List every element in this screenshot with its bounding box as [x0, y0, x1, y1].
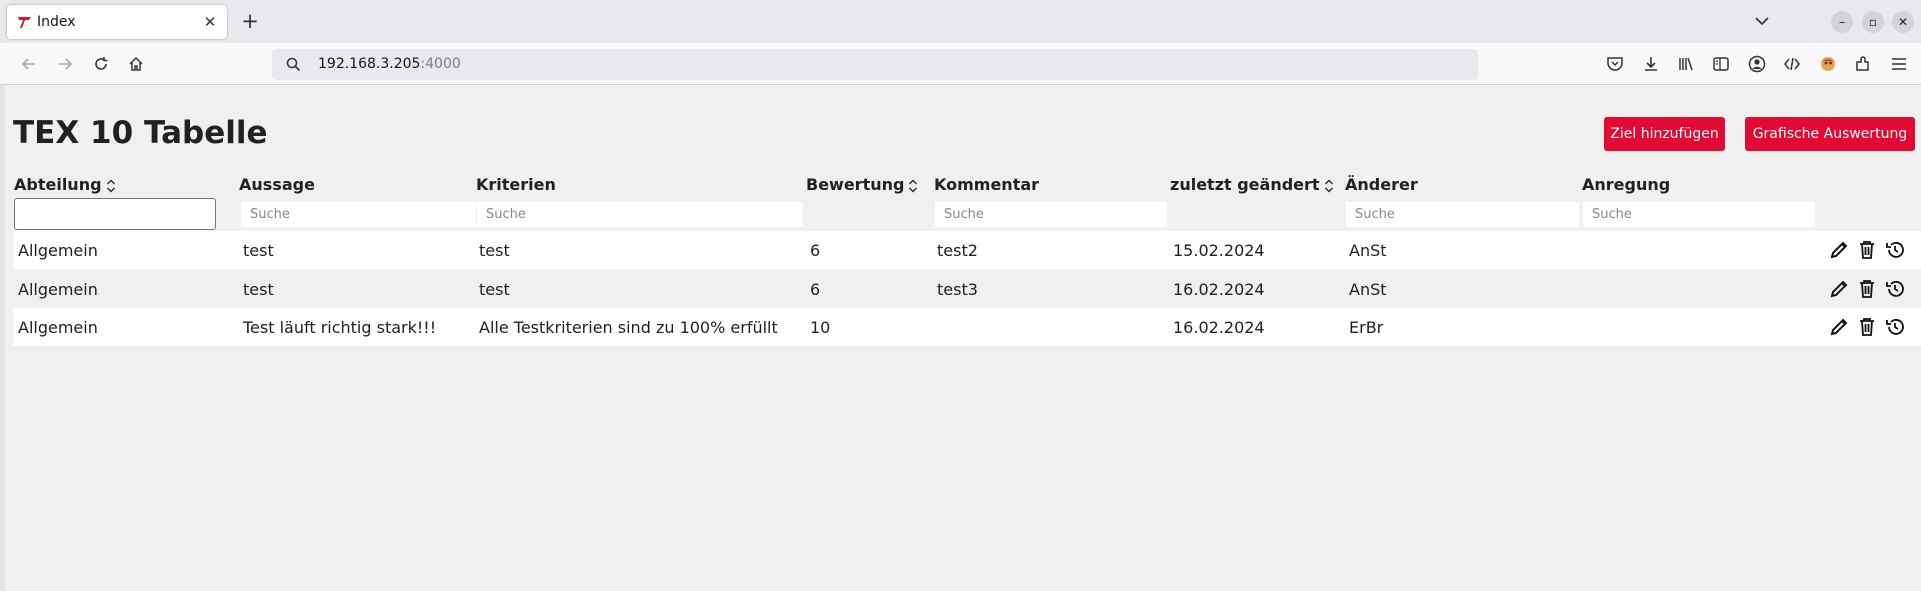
- column-header-label: zuletzt geändert: [1170, 175, 1320, 194]
- table-row: Allgemein test test 6 test2 15.02.2024 A…: [13, 231, 1921, 269]
- cell-abteilung: Allgemein: [18, 318, 98, 337]
- cell-bewertung: 6: [810, 280, 821, 299]
- navigation-bar: 192.168.3.205:4000: [0, 43, 1921, 85]
- column-header-label: Abteilung: [14, 175, 102, 194]
- table-row: Allgemein test test 6 test3 16.02.2024 A…: [13, 270, 1921, 308]
- column-header-bewertung[interactable]: Bewertung: [806, 175, 918, 194]
- column-header-zuletzt-geaendert[interactable]: zuletzt geändert: [1170, 175, 1334, 194]
- tab-title: Index: [37, 14, 76, 30]
- abteilung-filter-input[interactable]: [14, 198, 216, 230]
- maximize-icon[interactable]: ▫: [1862, 11, 1884, 33]
- page-content: TEX 10 Tabelle Ziel hinzufügen Grafische…: [5, 86, 1921, 591]
- sort-icon[interactable]: [908, 178, 918, 194]
- sort-icon[interactable]: [1324, 178, 1334, 194]
- extension-avatar-icon[interactable]: [1818, 54, 1838, 74]
- minimize-icon[interactable]: –: [1831, 11, 1853, 33]
- history-icon[interactable]: [1884, 239, 1906, 261]
- column-header-kommentar: Kommentar: [934, 175, 1040, 194]
- column-header-anregung: Anregung: [1582, 175, 1671, 194]
- cell-aussage: test: [243, 241, 274, 260]
- row-actions: [1828, 316, 1908, 338]
- cell-bewertung: 6: [810, 241, 821, 260]
- column-header-label: Bewertung: [806, 175, 905, 194]
- url-host: 192.168.3.205: [318, 56, 421, 72]
- column-header-aenderer: Änderer: [1345, 175, 1418, 194]
- back-icon[interactable]: [16, 51, 42, 77]
- cell-zuletzt-geaendert: 16.02.2024: [1173, 280, 1265, 299]
- cell-kriterien: Alle Testkriterien sind zu 100% erfüllt: [479, 318, 778, 337]
- account-icon[interactable]: [1747, 54, 1767, 74]
- sidebar-icon[interactable]: [1711, 54, 1731, 74]
- menu-icon[interactable]: [1889, 54, 1909, 74]
- home-icon[interactable]: [123, 51, 149, 77]
- pencil-icon[interactable]: [1828, 278, 1850, 300]
- new-tab-icon[interactable]: +: [238, 9, 262, 33]
- kriterien-search-input[interactable]: [477, 202, 803, 227]
- anregung-search-input[interactable]: [1583, 202, 1815, 227]
- search-icon: [286, 57, 301, 72]
- history-icon[interactable]: [1884, 278, 1906, 300]
- trash-icon[interactable]: [1856, 316, 1878, 338]
- tab-close-icon[interactable]: ✕: [199, 11, 221, 33]
- cell-zuletzt-geaendert: 16.02.2024: [1173, 318, 1265, 337]
- cell-aenderer: AnSt: [1349, 280, 1387, 299]
- column-header-abteilung[interactable]: Abteilung: [14, 175, 116, 194]
- page-title: TEX 10 Tabelle: [13, 115, 268, 151]
- cell-aenderer: ErBr: [1349, 318, 1384, 337]
- graphic-evaluation-button[interactable]: Grafische Auswertung: [1745, 117, 1915, 151]
- aenderer-search-input[interactable]: [1346, 202, 1579, 227]
- close-window-icon[interactable]: ✕: [1892, 11, 1914, 33]
- browser-tab[interactable]: Index ✕: [7, 5, 227, 39]
- cell-aenderer: AnSt: [1349, 241, 1387, 260]
- url-text: 192.168.3.205:4000: [318, 56, 461, 72]
- pocket-icon[interactable]: [1605, 54, 1625, 74]
- reload-icon[interactable]: [88, 51, 114, 77]
- library-icon[interactable]: [1676, 54, 1696, 74]
- row-actions: [1828, 278, 1908, 300]
- cell-aussage: Test läuft richtig stark!!!: [243, 318, 437, 337]
- pencil-icon[interactable]: [1828, 316, 1850, 338]
- cell-aussage: test: [243, 280, 274, 299]
- table-row: Allgemein Test läuft richtig stark!!! Al…: [13, 308, 1921, 346]
- aussage-search-input[interactable]: [241, 202, 476, 227]
- add-goal-button[interactable]: Ziel hinzufügen: [1604, 117, 1725, 151]
- kommentar-search-input[interactable]: [935, 202, 1167, 227]
- sort-icon[interactable]: [106, 178, 116, 194]
- cell-kommentar: test3: [937, 280, 978, 299]
- history-icon[interactable]: [1884, 316, 1906, 338]
- forward-icon[interactable]: [52, 51, 78, 77]
- cell-kriterien: test: [479, 241, 510, 260]
- column-header-aussage: Aussage: [239, 175, 315, 194]
- cell-bewertung: 10: [810, 318, 831, 337]
- developer-tools-icon[interactable]: [1782, 54, 1802, 74]
- cell-abteilung: Allgemein: [18, 280, 98, 299]
- cell-kriterien: test: [479, 280, 510, 299]
- tab-strip: Index ✕ + – ▫ ✕: [0, 0, 1921, 43]
- pencil-icon[interactable]: [1828, 239, 1850, 261]
- favicon-icon: [18, 17, 31, 28]
- column-header-kriterien: Kriterien: [476, 175, 556, 194]
- trash-icon[interactable]: [1856, 239, 1878, 261]
- trash-icon[interactable]: [1856, 278, 1878, 300]
- row-actions: [1828, 239, 1908, 261]
- url-port: :4000: [420, 56, 461, 72]
- downloads-icon[interactable]: [1641, 54, 1661, 74]
- cell-abteilung: Allgemein: [18, 241, 98, 260]
- url-bar[interactable]: 192.168.3.205:4000: [272, 49, 1478, 80]
- tab-list-chevron-icon[interactable]: [1752, 11, 1772, 31]
- extensions-icon[interactable]: [1853, 54, 1873, 74]
- cell-zuletzt-geaendert: 15.02.2024: [1173, 241, 1265, 260]
- cell-kommentar: test2: [937, 241, 978, 260]
